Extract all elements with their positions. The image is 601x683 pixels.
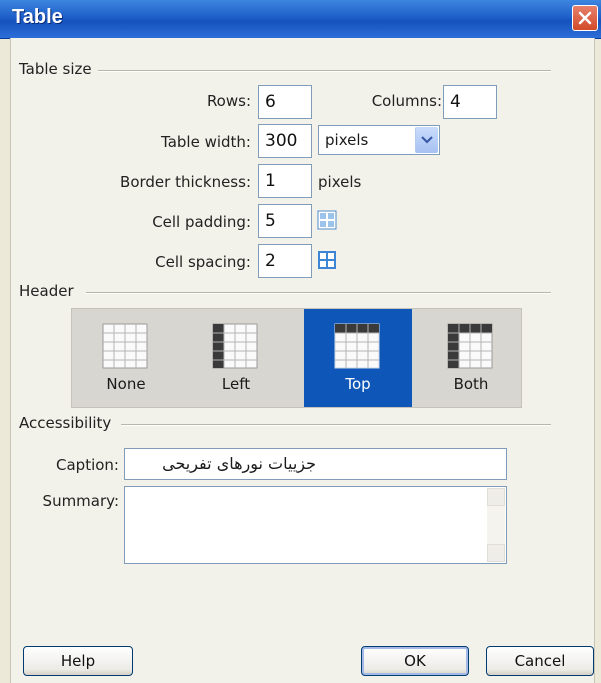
width-unit-select[interactable]: pixels: [318, 125, 440, 155]
cell-padding-icon: [317, 210, 337, 230]
close-button[interactable]: [572, 5, 598, 31]
table-both-headers-icon: [447, 323, 493, 369]
summary-scrollbar[interactable]: [487, 488, 505, 562]
header-option-left[interactable]: Left: [182, 309, 290, 407]
cell-spacing-icon: [318, 251, 336, 269]
chevron-down-icon[interactable]: [415, 127, 438, 153]
caption-label: Caption:: [56, 456, 119, 474]
accessibility-group-label: Accessibility: [19, 414, 118, 432]
close-icon: [578, 11, 592, 25]
title-bar: Table: [0, 0, 601, 39]
dialog-body: Table size Rows: 6 Columns: 4 Table widt…: [10, 38, 595, 683]
summary-textarea[interactable]: [124, 486, 507, 564]
window-title: Table: [12, 6, 63, 28]
table-width-input[interactable]: 300: [258, 124, 312, 158]
cell-spacing-input[interactable]: 2: [258, 244, 312, 278]
header-option-none-label: None: [106, 375, 146, 393]
summary-label: Summary:: [42, 492, 119, 510]
columns-label: Columns:: [371, 92, 442, 110]
header-option-top[interactable]: Top: [304, 309, 412, 407]
ok-button[interactable]: OK: [361, 646, 469, 676]
cell-padding-label: Cell padding:: [152, 213, 251, 231]
border-thickness-input[interactable]: 1: [258, 164, 312, 198]
table-none-icon: [102, 323, 148, 369]
table-top-header-icon: [334, 323, 380, 369]
header-option-left-label: Left: [221, 375, 251, 393]
border-thickness-label: Border thickness:: [120, 173, 251, 191]
table-size-group-label: Table size: [19, 60, 98, 78]
header-group-label: Header: [19, 282, 80, 300]
rows-label: Rows:: [206, 92, 251, 110]
table-size-divider: [91, 70, 551, 72]
border-unit-label: pixels: [318, 173, 362, 191]
header-option-top-label: Top: [345, 375, 371, 393]
header-options: None Left Top Both: [71, 308, 522, 408]
table-left-header-icon: [212, 323, 258, 369]
width-unit-value: pixels: [325, 131, 369, 149]
header-option-both[interactable]: Both: [417, 309, 525, 407]
columns-input[interactable]: 4: [443, 85, 497, 119]
header-option-none[interactable]: None: [72, 309, 180, 407]
cell-padding-input[interactable]: 5: [258, 204, 312, 238]
header-divider: [86, 292, 551, 294]
help-button[interactable]: Help: [23, 646, 133, 676]
table-width-label: Table width:: [161, 133, 251, 151]
accessibility-divider: [121, 424, 551, 426]
header-option-both-label: Both: [453, 375, 489, 393]
caption-input[interactable]: جزییات نورهای تفریحی: [124, 448, 507, 480]
cancel-button[interactable]: Cancel: [486, 646, 594, 676]
cell-spacing-label: Cell spacing:: [155, 253, 251, 271]
rows-input[interactable]: 6: [258, 85, 312, 119]
scroll-down-button[interactable]: [487, 544, 505, 562]
scroll-up-button[interactable]: [487, 488, 505, 506]
